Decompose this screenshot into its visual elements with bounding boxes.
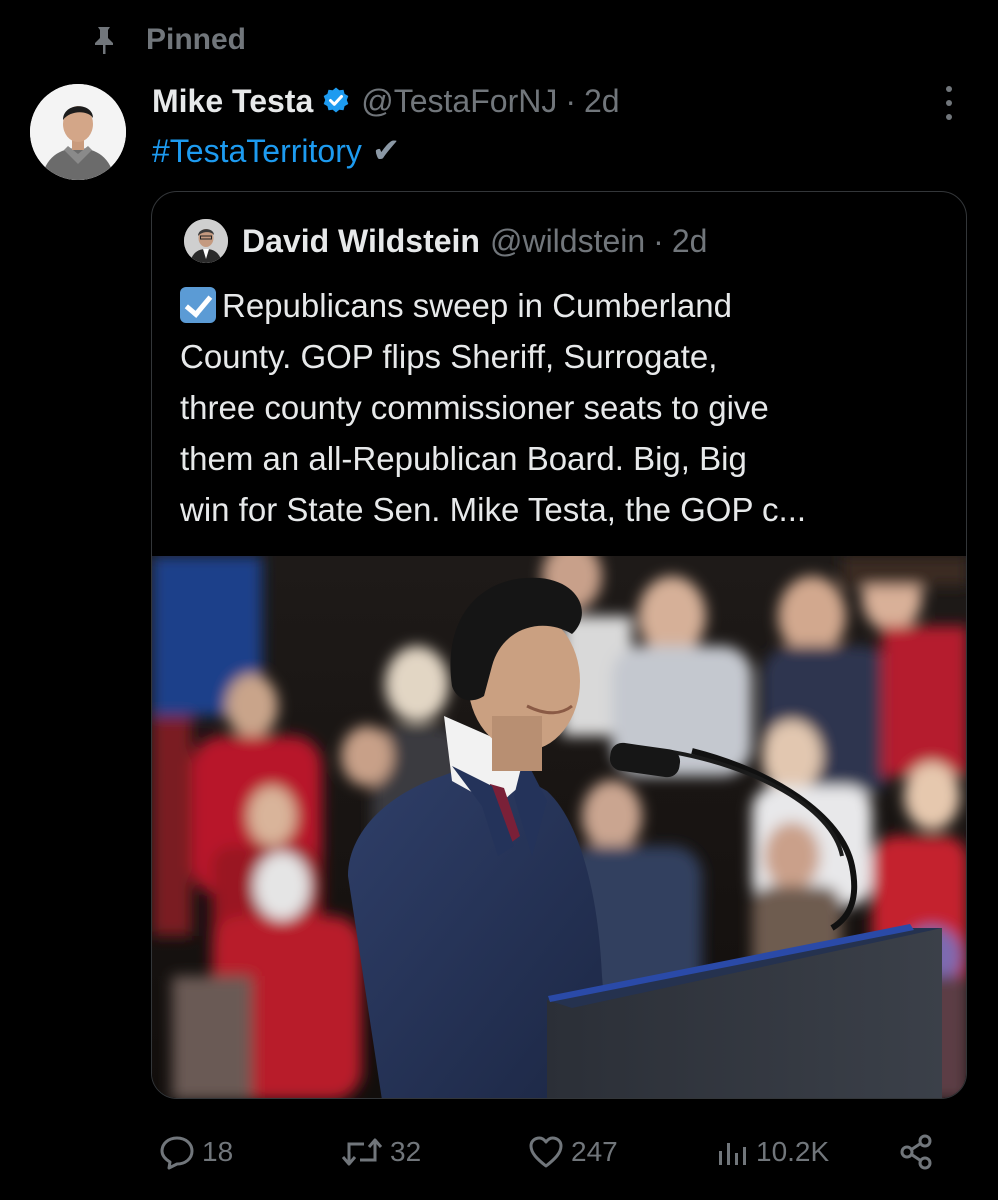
quoted-post-text: Republicans sweep in Cumberland County. … bbox=[180, 280, 950, 535]
quoted-author-name: David Wildstein bbox=[242, 222, 480, 259]
quoted-text-line: win for State Sen. Mike Testa, the GOP c… bbox=[180, 491, 807, 528]
views-button[interactable]: 10.2K bbox=[716, 1130, 829, 1174]
reply-button[interactable]: 18 bbox=[158, 1130, 233, 1174]
views-count: 10.2K bbox=[756, 1136, 830, 1167]
check-mark-emoji: ✔ bbox=[371, 132, 401, 170]
quoted-text-line: County. GOP flips Sheriff, Surrogate, bbox=[180, 338, 718, 375]
post-action-bar: 18 32 247 10.2K bbox=[0, 1130, 998, 1174]
share-button[interactable] bbox=[897, 1130, 937, 1174]
repost-icon bbox=[340, 1133, 384, 1171]
repost-count: 32 bbox=[390, 1136, 422, 1167]
pin-icon bbox=[92, 25, 116, 55]
quoted-author-avatar bbox=[184, 219, 228, 263]
quoted-post-card[interactable]: David Wildstein @wildstein · 2d Republic… bbox=[151, 191, 967, 1099]
quoted-post-header: David Wildstein @wildstein · 2d bbox=[184, 218, 707, 264]
quoted-post-time: 2d bbox=[671, 222, 708, 259]
pinned-label: Pinned bbox=[146, 23, 247, 56]
pinned-indicator: Pinned bbox=[92, 20, 246, 60]
share-icon bbox=[897, 1132, 937, 1172]
author-name[interactable]: Mike Testa bbox=[152, 83, 313, 120]
author-handle[interactable]: @TestaForNJ bbox=[361, 83, 557, 120]
reply-icon bbox=[158, 1133, 196, 1171]
separator-dot: · bbox=[653, 222, 664, 259]
quoted-text-line: Republicans sweep in Cumberland bbox=[180, 280, 950, 331]
reply-count: 18 bbox=[202, 1136, 234, 1167]
verified-badge-icon bbox=[321, 86, 351, 116]
check-box-emoji-icon bbox=[180, 287, 216, 323]
quoted-author-handle: @wildstein bbox=[489, 222, 646, 259]
post-time[interactable]: 2d bbox=[584, 83, 620, 120]
like-icon bbox=[527, 1133, 565, 1171]
like-count: 247 bbox=[571, 1136, 618, 1167]
separator-dot: · bbox=[565, 82, 576, 119]
more-icon[interactable] bbox=[934, 86, 964, 120]
post-header: Mike Testa @TestaForNJ · 2d bbox=[152, 78, 620, 124]
author-avatar[interactable] bbox=[30, 84, 126, 180]
hashtag-link[interactable]: #TestaTerritory bbox=[152, 133, 362, 170]
like-button[interactable]: 247 bbox=[527, 1130, 618, 1174]
quoted-text-line: three county commissioner seats to give bbox=[180, 389, 769, 426]
quoted-text-line: them an all-Republican Board. Big, Big bbox=[180, 440, 747, 477]
repost-button[interactable]: 32 bbox=[340, 1130, 421, 1174]
post-text: #TestaTerritory ✔ bbox=[152, 128, 400, 174]
quoted-post-photo[interactable] bbox=[152, 556, 966, 1098]
views-icon bbox=[716, 1135, 750, 1169]
